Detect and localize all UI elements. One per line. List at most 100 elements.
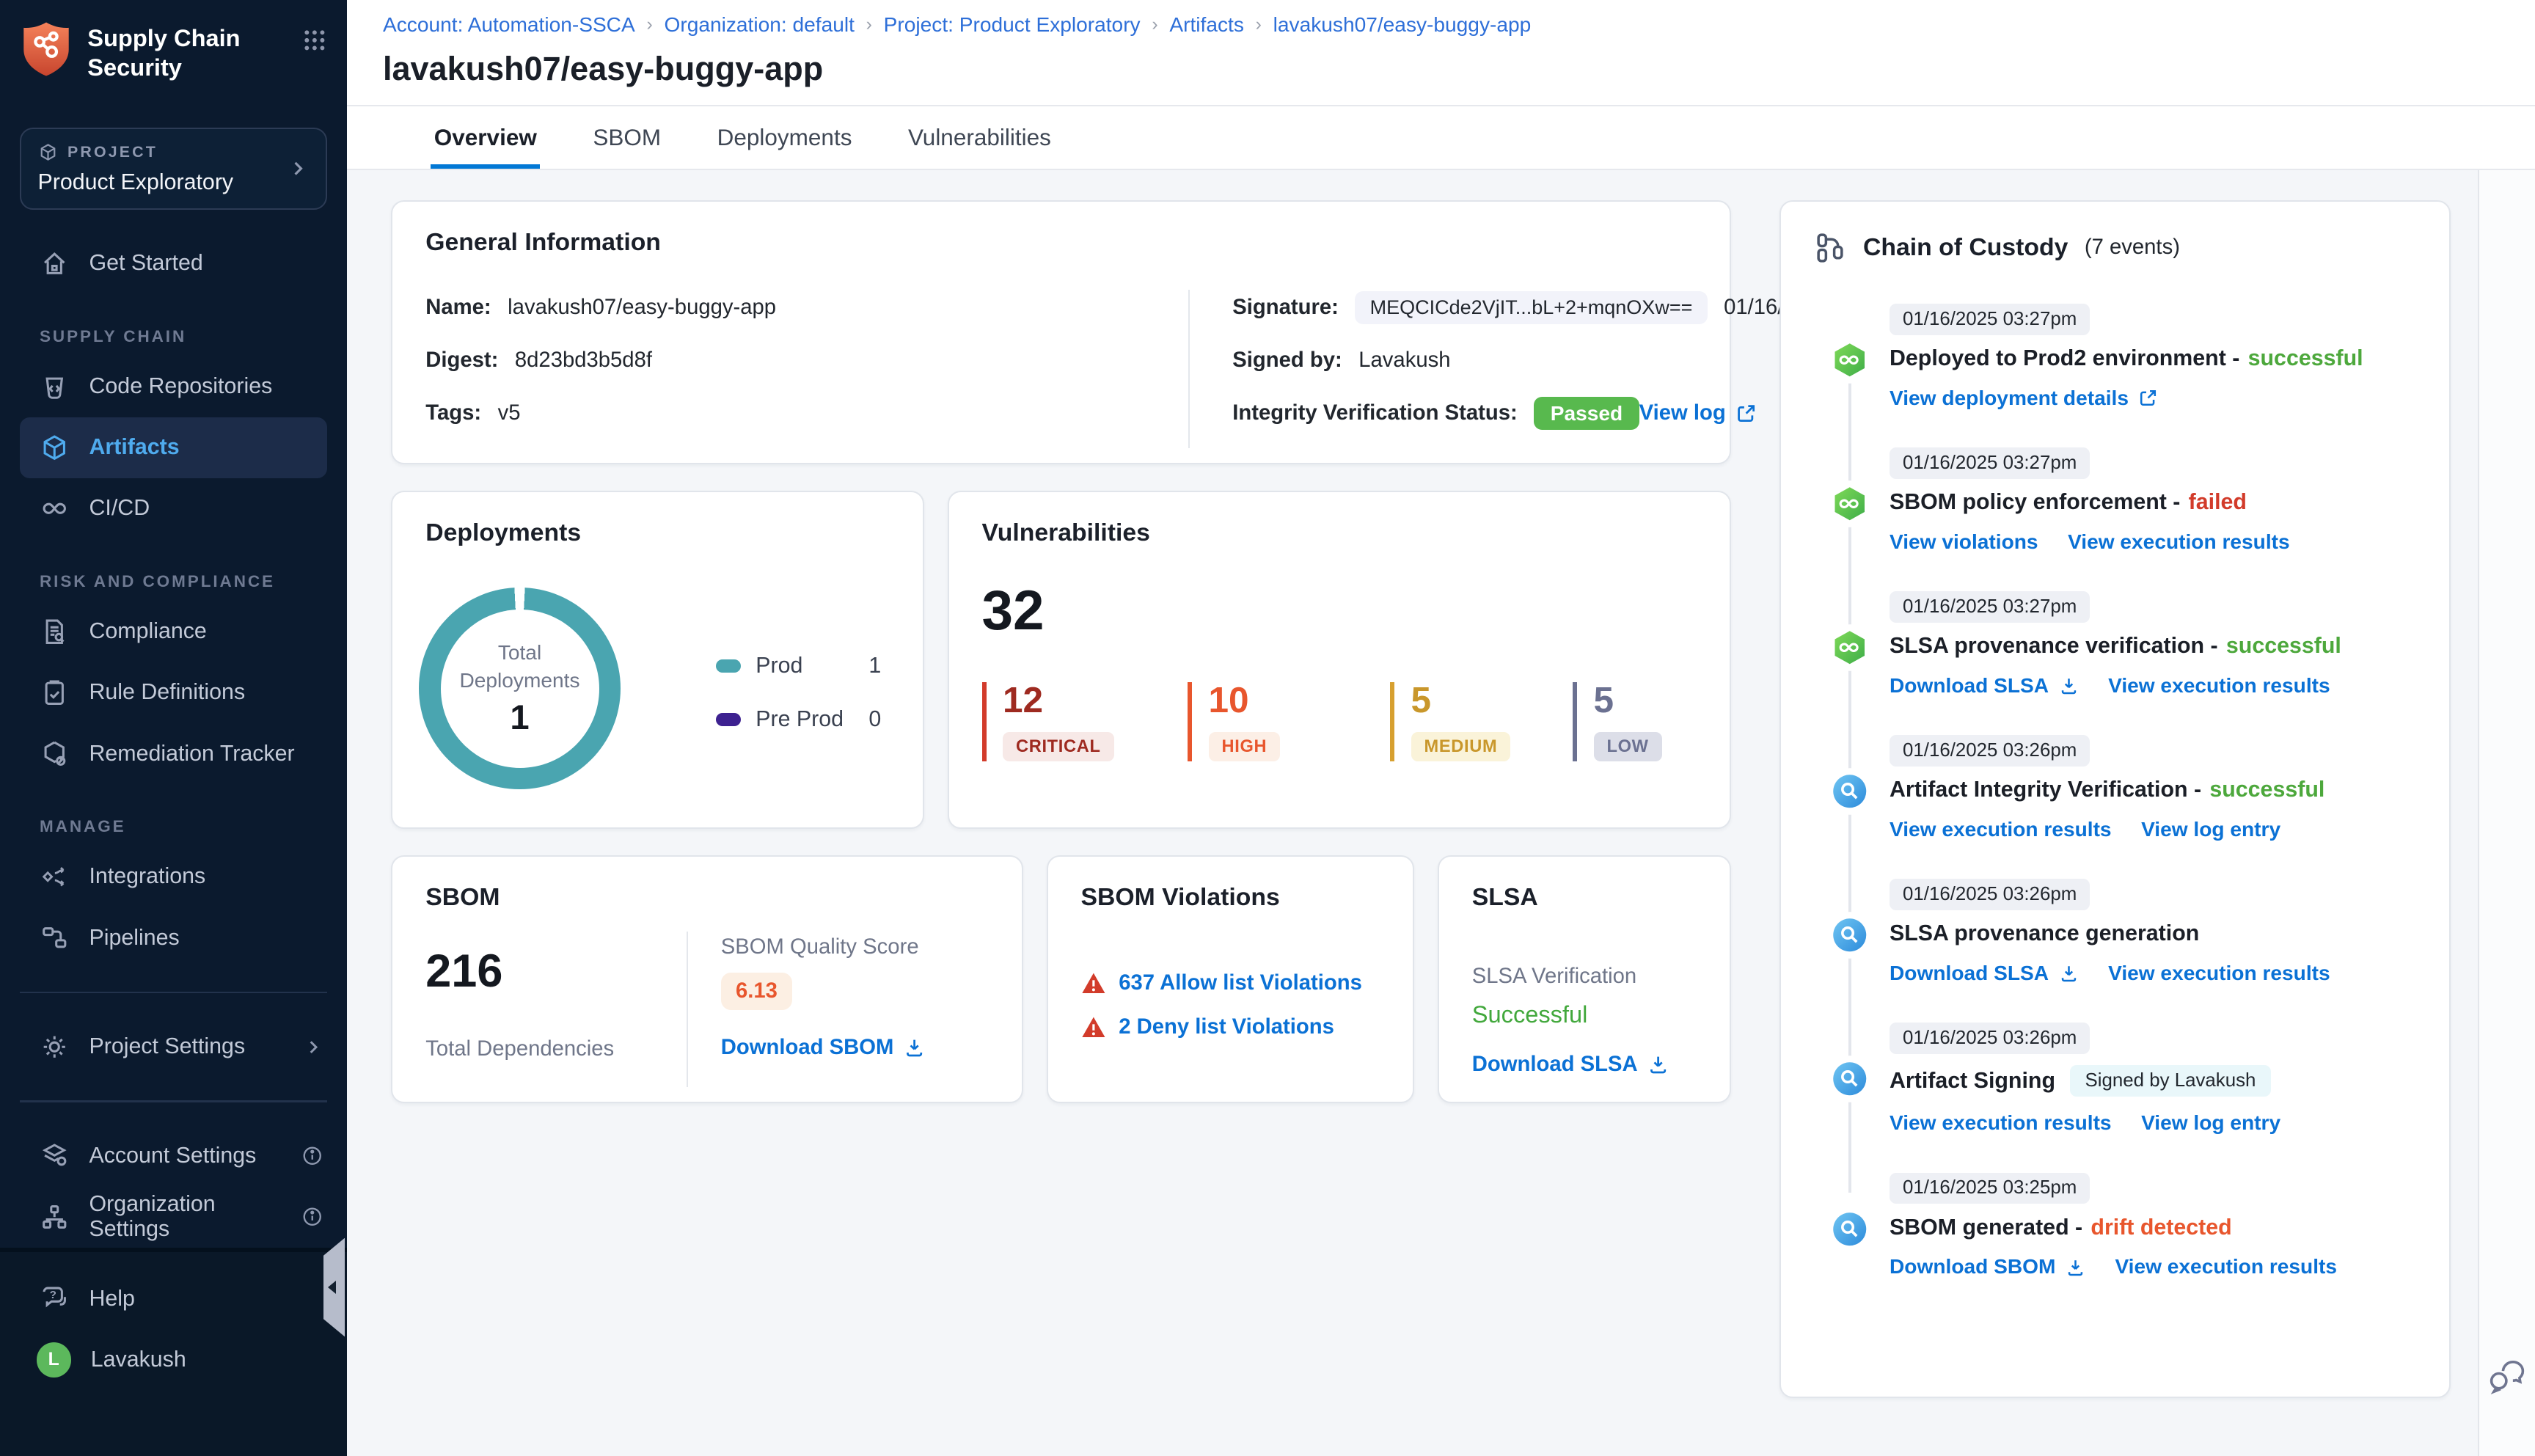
project-name: Product Exploratory: [38, 170, 286, 195]
pipeline-slsa-icon: [1832, 629, 1868, 666]
chain-of-custody-card: Chain of Custody (7 events): [1779, 200, 2451, 1399]
external-link-icon: [1735, 403, 1757, 424]
view-log-link[interactable]: View log: [1639, 401, 1757, 425]
event-timestamp: 01/16/2025 03:26pm: [1890, 1023, 2090, 1054]
sidebar-item-compliance[interactable]: Compliance: [0, 601, 347, 662]
sidebar-item-label: Pipelines: [89, 926, 180, 951]
artifacts-cube-icon: [40, 433, 70, 463]
sidebar-item-label: Account Settings: [89, 1144, 257, 1168]
sidebar: Supply Chain Security PROJECT: [0, 0, 347, 1456]
legend-swatch: [716, 659, 741, 673]
signature-label: Signature:: [1232, 296, 1339, 320]
tab-overview[interactable]: Overview: [431, 106, 540, 169]
event-status: failed: [2189, 490, 2247, 515]
project-cube-icon: [38, 142, 58, 162]
view-violations-link[interactable]: View violations: [1890, 530, 2038, 554]
legend-swatch: [716, 713, 741, 726]
view-execution-results-link[interactable]: View execution results: [2115, 1255, 2337, 1278]
breadcrumb-account[interactable]: Account: Automation-SSCA: [383, 13, 635, 37]
sidebar-item-code-repositories[interactable]: Code Repositories: [0, 356, 347, 417]
card-title: General Information: [425, 228, 1697, 257]
card-title: Deployments: [425, 519, 890, 547]
sidebar-item-integrations[interactable]: Integrations: [0, 846, 347, 907]
sidebar-item-get-started[interactable]: Get Started: [0, 233, 347, 294]
tab-vulnerabilities[interactable]: Vulnerabilities: [904, 106, 1054, 169]
sidebar-item-help[interactable]: ? Help: [0, 1268, 347, 1329]
breadcrumb: Account: Automation-SSCA › Organization:…: [383, 13, 2535, 37]
breadcrumb-artifact-name[interactable]: lavakush07/easy-buggy-app: [1273, 13, 1532, 37]
event-title: SBOM generated - drift detected: [1890, 1215, 2416, 1240]
view-log-entry-link[interactable]: View log entry: [2141, 818, 2280, 841]
slsa-verification-label: SLSA Verification: [1472, 965, 1697, 989]
breadcrumb-separator: ›: [1256, 15, 1262, 35]
download-slsa-link[interactable]: Download SLSA: [1890, 674, 2079, 698]
view-execution-results-link[interactable]: View execution results: [2068, 530, 2290, 554]
view-execution-results-link[interactable]: View execution results: [1890, 1111, 2112, 1135]
digest-value: 8d23bd3b5d8f: [515, 348, 652, 373]
view-execution-results-link[interactable]: View execution results: [2108, 674, 2330, 698]
warning-icon: [1081, 972, 1106, 995]
view-execution-results-link[interactable]: View execution results: [1890, 818, 2112, 841]
organization-icon: [40, 1202, 70, 1232]
download-slsa-link[interactable]: Download SLSA: [1472, 1053, 1669, 1077]
severity-row: 12 CRITICAL 10 HIGH 5 MEDIUM: [982, 682, 1697, 761]
chain-of-custody-count: (7 events): [2085, 235, 2180, 260]
event-status: drift detected: [2090, 1215, 2231, 1240]
card-title: SBOM Violations: [1081, 883, 1380, 912]
tags-label: Tags:: [425, 401, 481, 425]
info-icon[interactable]: [301, 1144, 324, 1168]
card-title: SBOM: [425, 883, 989, 912]
sidebar-item-cicd[interactable]: CI/CD: [0, 478, 347, 539]
sbom-violations-card: SBOM Violations 637 Allow list Violation…: [1047, 855, 1415, 1103]
scan-integrity-icon: [1832, 773, 1868, 810]
breadcrumb-separator: ›: [1152, 15, 1157, 35]
deny-list-violations-link[interactable]: 2 Deny list Violations: [1119, 1015, 1334, 1039]
breadcrumb-artifacts[interactable]: Artifacts: [1169, 13, 1244, 37]
info-icon[interactable]: [301, 1205, 324, 1229]
legend-item-prod: Prod 1: [716, 654, 881, 678]
timeline-event: 01/16/2025 03:26pm Artifact Integrity Ve…: [1814, 732, 2417, 841]
scan-slsa-gen-icon: [1832, 917, 1868, 954]
svg-text:?: ?: [50, 1289, 56, 1301]
sidebar-item-project-settings[interactable]: Project Settings: [0, 1017, 347, 1078]
view-deployment-details-link[interactable]: View deployment details: [1890, 387, 2158, 410]
compliance-document-icon: [40, 617, 70, 647]
sbom-card: SBOM 216 Total Dependencies SBOM Quality…: [391, 855, 1023, 1103]
app-switcher-icon[interactable]: [302, 28, 327, 53]
legend-item-pre-prod: Pre Prod 0: [716, 707, 881, 732]
severity-badge: LOW: [1594, 732, 1662, 762]
event-timestamp: 01/16/2025 03:26pm: [1890, 735, 2090, 767]
sidebar-item-organization-settings[interactable]: Organization Settings: [0, 1186, 347, 1247]
tab-deployments[interactable]: Deployments: [714, 106, 855, 169]
sidebar-item-remediation-tracker[interactable]: Remediation Tracker: [0, 723, 347, 784]
view-log-entry-link[interactable]: View log entry: [2141, 1111, 2280, 1135]
sidebar-item-artifacts[interactable]: Artifacts: [20, 417, 327, 478]
timeline-event: 01/16/2025 03:25pm SBOM generated - drif…: [1814, 1169, 2417, 1278]
feedback-icon[interactable]: [2487, 1357, 2527, 1397]
card-title: SLSA: [1472, 883, 1697, 912]
sidebar-item-pipelines[interactable]: Pipelines: [0, 907, 347, 968]
sidebar-item-user[interactable]: L Lavakush: [0, 1329, 347, 1390]
timeline-event: 01/16/2025 03:26pm Artifact Signing Sign…: [1814, 1020, 2417, 1135]
download-slsa-link[interactable]: Download SLSA: [1890, 962, 2079, 985]
deployments-donut-chart: Total Deployments 1: [419, 588, 621, 789]
download-sbom-link[interactable]: Download SBOM: [1890, 1255, 2085, 1278]
breadcrumb-project[interactable]: Project: Product Exploratory: [884, 13, 1141, 37]
severity-critical: 12 CRITICAL: [982, 682, 1188, 761]
project-selector[interactable]: PROJECT Product Exploratory: [20, 128, 327, 210]
breadcrumb-organization[interactable]: Organization: default: [665, 13, 855, 37]
sidebar-item-rule-definitions[interactable]: Rule Definitions: [0, 662, 347, 723]
sidebar-item-label: Get Started: [89, 251, 203, 276]
event-status: successful: [2226, 634, 2341, 659]
vulnerabilities-total: 32: [982, 583, 1697, 640]
help-chat-icon: ?: [40, 1284, 70, 1314]
event-title: SLSA provenance generation: [1890, 921, 2416, 946]
view-execution-results-link[interactable]: View execution results: [2108, 962, 2330, 985]
download-sbom-link[interactable]: Download SBOM: [721, 1036, 925, 1060]
tab-sbom[interactable]: SBOM: [590, 106, 665, 169]
sidebar-item-label: Help: [89, 1287, 135, 1312]
product-title: Supply Chain Security: [87, 20, 287, 83]
allow-list-violations-link[interactable]: 637 Allow list Violations: [1119, 971, 1362, 995]
page-title: lavakush07/easy-buggy-app: [383, 50, 2535, 88]
sidebar-item-account-settings[interactable]: Account Settings: [0, 1125, 347, 1186]
